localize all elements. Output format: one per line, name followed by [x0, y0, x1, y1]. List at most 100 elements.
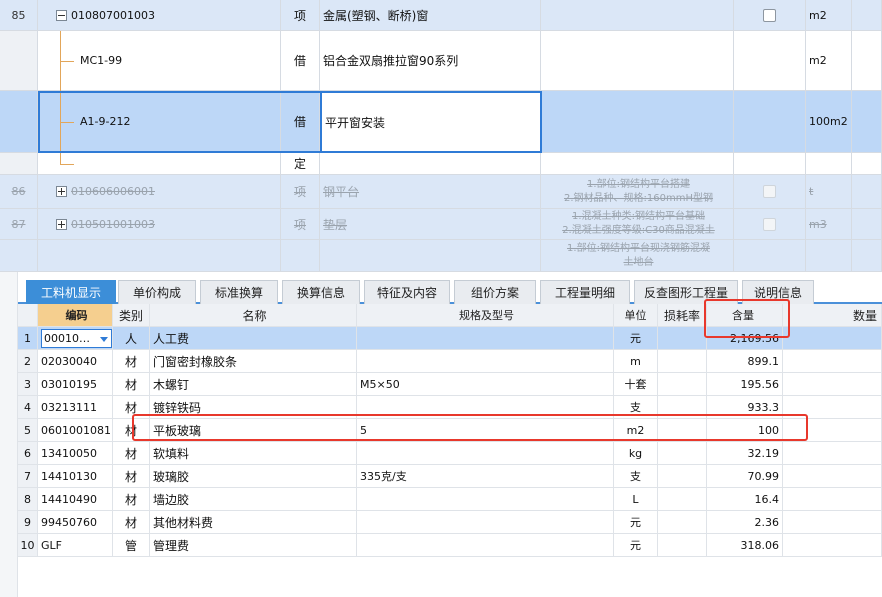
resource-name[interactable]: 软填料 [150, 442, 357, 464]
resource-count[interactable] [783, 442, 882, 464]
resource-spec[interactable] [357, 511, 614, 533]
item-name[interactable]: 金属(塑钢、断桥)窗 [320, 0, 541, 30]
tab-2[interactable]: 单价构成 [118, 280, 196, 304]
resource-row[interactable]: 4 03213111 材镀锌铁码 支 933.3 [18, 396, 882, 419]
item-name[interactable]: 垫层 [320, 209, 541, 239]
resource-name[interactable]: 门窗密封橡胶条 [150, 350, 357, 372]
resource-category[interactable]: 人 [113, 327, 150, 349]
resource-quantity[interactable]: 899.1 [707, 350, 783, 372]
code-cell[interactable]: 010606006001 [38, 175, 281, 208]
resource-category[interactable]: 材 [113, 373, 150, 395]
collapse-icon[interactable] [56, 9, 67, 21]
flag-cell[interactable] [734, 31, 806, 90]
resource-category[interactable]: 材 [113, 488, 150, 510]
item-spec[interactable] [541, 0, 734, 30]
resource-spec[interactable] [357, 534, 614, 556]
resource-row[interactable]: 2 02030040 材门窗密封橡胶条 m 899.1 [18, 350, 882, 373]
bill-row[interactable]: 1.部位:钢结构平台现浇钢筋混凝 土地台 [0, 240, 882, 272]
item-spec[interactable]: 1.混凝土种类:钢结构平台基础 2.混凝土强度等级:C30商品混凝土 [541, 209, 734, 239]
resource-code[interactable]: 00010… [38, 327, 113, 349]
resource-code[interactable]: 99450760 [38, 511, 113, 533]
resource-name[interactable]: 其他材料费 [150, 511, 357, 533]
resource-row[interactable]: 1 00010… 人人工费 元 2,169.56 [18, 327, 882, 350]
tab-5[interactable]: 特征及内容 [364, 280, 450, 304]
resource-code[interactable]: 14410130 [38, 465, 113, 487]
flag-cell[interactable] [734, 209, 806, 239]
resource-unit[interactable]: 元 [614, 534, 658, 556]
code-cell[interactable]: MC1-99 [38, 31, 281, 90]
tab-1[interactable]: 工料机显示 [26, 280, 116, 304]
resource-loss-rate[interactable] [658, 465, 707, 487]
resource-row[interactable]: 6 13410050 材软填料 kg 32.19 [18, 442, 882, 465]
resource-row[interactable]: 9 99450760 材其他材料费 元 2.36 [18, 511, 882, 534]
resource-code[interactable]: 13410050 [38, 442, 113, 464]
header-loss-rate[interactable]: 损耗率 [658, 304, 707, 326]
item-name[interactable] [320, 153, 541, 174]
bill-row[interactable]: MC1-99 借铝合金双扇推拉窗90系列 m2 [0, 31, 882, 91]
resource-unit[interactable]: kg [614, 442, 658, 464]
resource-quantity[interactable]: 318.06 [707, 534, 783, 556]
code-dropdown-field[interactable]: 00010… [41, 328, 112, 348]
row-checkbox[interactable] [763, 8, 776, 22]
resource-code[interactable]: 02030040 [38, 350, 113, 372]
resource-category[interactable]: 材 [113, 419, 150, 441]
flag-cell[interactable] [734, 91, 806, 152]
item-spec[interactable]: 1.部位:钢结构平台现浇钢筋混凝 土地台 [541, 240, 734, 271]
resource-count[interactable] [783, 396, 882, 418]
resource-count[interactable] [783, 534, 882, 556]
resource-count[interactable] [783, 373, 882, 395]
resource-name[interactable]: 人工费 [150, 327, 357, 349]
resource-code[interactable]: GLF [38, 534, 113, 556]
resource-loss-rate[interactable] [658, 327, 707, 349]
resource-unit[interactable]: m [614, 350, 658, 372]
resource-row[interactable]: 10 GLF 管管理费 元 318.06 [18, 534, 882, 557]
resource-category[interactable]: 材 [113, 396, 150, 418]
resource-loss-rate[interactable] [658, 419, 707, 441]
resource-spec[interactable] [357, 488, 614, 510]
bill-row[interactable]: 87 010501001003 项垫层 1.混凝土种类:钢结构平台基础 2.混凝土强度等… [0, 209, 882, 240]
flag-cell[interactable] [734, 0, 806, 30]
resource-category[interactable]: 材 [113, 511, 150, 533]
resource-name[interactable]: 镀锌铁码 [150, 396, 357, 418]
resource-code[interactable]: 0601001081 [38, 419, 113, 441]
resource-name[interactable]: 管理费 [150, 534, 357, 556]
tab-8[interactable]: 反查图形工程量 [634, 280, 738, 304]
code-cell[interactable] [38, 153, 281, 174]
bill-row[interactable]: 定 [0, 153, 882, 175]
resource-row[interactable]: 5 0601001081 材平板玻璃 5 m2 100 [18, 419, 882, 442]
resource-spec[interactable] [357, 396, 614, 418]
header-name[interactable]: 名称 [150, 304, 357, 326]
flag-cell[interactable] [734, 240, 806, 271]
resource-name[interactable]: 墙边胶 [150, 488, 357, 510]
resource-quantity[interactable]: 2.36 [707, 511, 783, 533]
item-name[interactable]: 钢平台 [320, 175, 541, 208]
resource-spec[interactable]: 5 [357, 419, 614, 441]
resource-quantity[interactable]: 32.19 [707, 442, 783, 464]
item-spec[interactable] [541, 31, 734, 90]
resource-unit[interactable]: 支 [614, 396, 658, 418]
dropdown-arrow-icon[interactable] [100, 336, 108, 342]
resource-quantity[interactable]: 2,169.56 [707, 327, 783, 349]
resource-category[interactable]: 管 [113, 534, 150, 556]
code-cell[interactable] [38, 240, 281, 271]
resource-unit[interactable]: m2 [614, 419, 658, 441]
tab-7[interactable]: 工程量明细 [540, 280, 630, 304]
item-spec[interactable] [541, 153, 734, 174]
row-checkbox[interactable] [763, 217, 776, 231]
resource-spec[interactable] [357, 327, 614, 349]
resource-loss-rate[interactable] [658, 488, 707, 510]
code-cell[interactable]: 010501001003 [38, 209, 281, 239]
resource-loss-rate[interactable] [658, 511, 707, 533]
name-edit-field[interactable]: 平开窗安装 [320, 91, 542, 153]
flag-cell[interactable] [734, 175, 806, 208]
resource-count[interactable] [783, 419, 882, 441]
row-checkbox[interactable] [763, 185, 776, 198]
resource-count[interactable] [783, 511, 882, 533]
item-name[interactable] [320, 240, 541, 271]
resource-count[interactable] [783, 327, 882, 349]
header-quantity[interactable]: 含量 [707, 304, 783, 326]
resource-code[interactable]: 14410490 [38, 488, 113, 510]
resource-loss-rate[interactable] [658, 442, 707, 464]
resource-code[interactable]: 03213111 [38, 396, 113, 418]
resource-category[interactable]: 材 [113, 350, 150, 372]
